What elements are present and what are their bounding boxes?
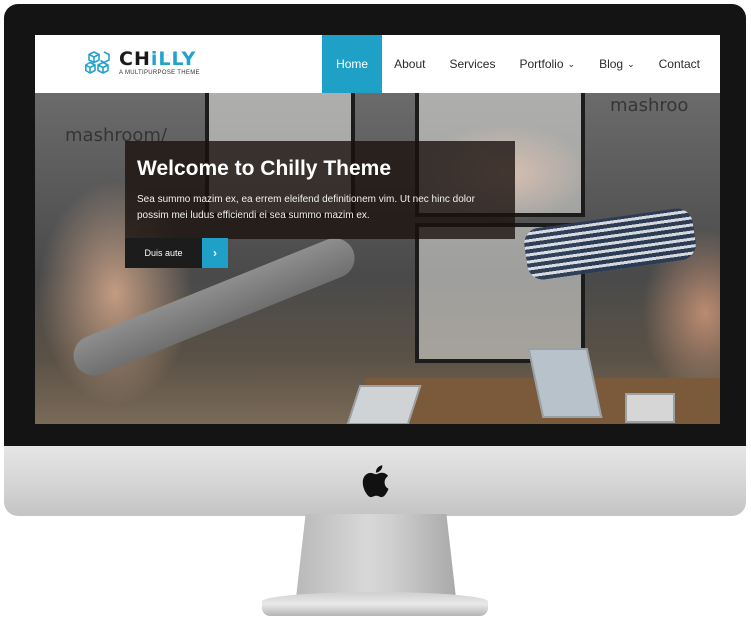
chevron-right-icon[interactable]: › [202,238,228,268]
monitor-screen: CHiLLY A MULTIPURPOSE THEME Home About S… [35,35,720,424]
apple-logo-icon [362,465,389,498]
nav-item-home[interactable]: Home [322,35,383,93]
background-laptop [625,393,675,423]
hero-cta-label[interactable]: Duis aute [125,238,202,268]
chevron-down-icon: ⌄ [567,58,576,69]
cubes-logo-icon [85,51,110,74]
brand-logo[interactable]: CHiLLY A MULTIPURPOSE THEME [85,50,200,76]
background-sign-right: mashroo [610,95,689,116]
chevron-down-icon: ⌄ [627,58,635,69]
brand-name: CHiLLY [119,48,197,70]
monitor-stand-foot [262,592,488,616]
nav-item-services[interactable]: Services [437,35,507,93]
site-header: CHiLLY A MULTIPURPOSE THEME Home About S… [35,35,720,93]
monitor-chin [4,446,746,516]
nav-item-contact[interactable]: Contact [647,35,720,93]
background-plaid-sleeve [522,206,698,282]
hero-description: Sea summo mazim ex, ea errem eleifend de… [137,194,475,221]
background-laptop [346,385,422,424]
nav-item-portfolio[interactable]: Portfolio ⌄ [507,35,587,93]
brand-tagline: A MULTIPURPOSE THEME [119,70,200,76]
hero-caption-box [125,141,515,239]
main-nav: Home About Services Portfolio ⌄ Blog ⌄ Con… [322,35,720,93]
hero-cta-button[interactable]: Duis aute › [125,238,228,268]
nav-item-blog[interactable]: Blog ⌄ [587,35,647,93]
monitor-stand-neck [296,514,456,598]
nav-item-about[interactable]: About [382,35,437,93]
hero-title: Welcome to Chilly Theme [137,157,391,180]
